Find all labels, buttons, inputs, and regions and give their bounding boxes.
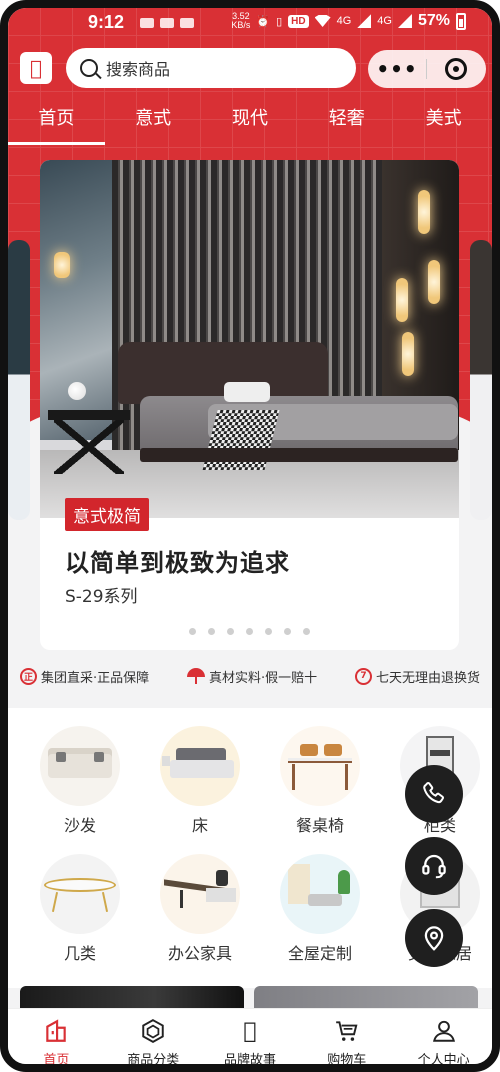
zheng-badge-icon: 正 [20,667,37,685]
category-dining[interactable]: 餐桌椅 [265,726,375,836]
signal-label-2: 4G [377,15,392,27]
signal-icon [397,14,412,28]
carousel-dot[interactable] [208,628,215,635]
phone-call-button[interactable] [405,765,463,823]
guarantee-authentic: 正 集团直采·正品保障 [20,667,149,686]
wifi-icon [314,15,331,27]
search-icon [80,59,98,77]
status-time: 9:12 [88,12,125,32]
nav-category[interactable]: 商品分类 [105,1009,202,1064]
phone-icon [423,782,444,804]
carousel-dot[interactable] [189,628,196,635]
search-bar[interactable]: 搜索商品 [66,48,356,88]
headset-icon [422,854,446,879]
umbrella-icon [186,668,205,684]
nav-home[interactable]: 首页 [8,1009,105,1064]
category-tea-table[interactable]: 几类 [25,854,135,964]
nav-cart[interactable]: 购物车 [298,1009,395,1064]
search-placeholder: 搜索商品 [106,60,171,79]
banner-subtitle: S-29系列 [65,587,138,607]
banner-bed-photo [40,160,459,518]
banner-title: 以简单到极致为追求 [65,549,290,577]
customer-service-button[interactable] [405,837,463,895]
home-icon [42,1017,70,1045]
notification-icon [180,18,194,28]
more-dots-icon[interactable]: ••• [368,57,426,81]
signal-icon [357,14,372,28]
guarantee-material: 真材实料·假一赔十 [186,667,317,686]
alarm-icon: ⏰ [256,15,271,28]
carousel-dot[interactable] [246,628,253,635]
carousel-next-card[interactable] [470,240,492,520]
cart-icon [333,1017,361,1045]
status-right: 3.52 KB/s ⏰ ▯ HD 4G 4G 57% [231,12,466,30]
brand-logo[interactable]: 𨱗 [20,52,52,84]
vibrate-icon: ▯ [276,15,283,28]
carousel-dot[interactable] [303,628,310,635]
category-custom[interactable]: 全屋定制 [265,854,375,964]
notification-icons [140,18,194,28]
tab-american[interactable]: 美式 [395,103,492,143]
carousel-dot[interactable] [265,628,272,635]
bottom-navigation: 首页 商品分类 𨱗 品牌故事 购物车 个人中心 [8,1008,492,1064]
net-speed: 3.52 KB/s [231,11,251,30]
hd-badge: HD [288,14,309,28]
store-location-button[interactable] [405,909,463,967]
tab-light-luxury[interactable]: 轻奢 [298,103,395,143]
coffee-table-image [40,854,120,934]
bed-image [160,726,240,806]
carousel-indicator [40,628,459,635]
brand-logo-icon: 𨱗 [243,1018,257,1044]
nav-brand-story[interactable]: 𨱗 品牌故事 [202,1009,299,1064]
battery-icon [456,12,466,30]
sofa-image [40,726,120,806]
location-icon [424,926,444,951]
dining-set-image [280,726,360,806]
category-icon [139,1017,167,1045]
office-desk-image [160,854,240,934]
banner-tag: 意式极简 [65,498,149,531]
seven-day-icon: 7 [354,667,372,685]
nav-profile[interactable]: 个人中心 [395,1009,492,1064]
category-sofa[interactable]: 沙发 [25,726,135,836]
notification-icon [140,18,154,28]
carousel-prev-card[interactable] [8,240,30,520]
tab-italian[interactable]: 意式 [105,103,202,143]
carousel-dot[interactable] [284,628,291,635]
notification-icon [160,18,174,28]
carousel-dot[interactable] [227,628,234,635]
banner-card[interactable]: 意式极简 以简单到极致为追求 S-29系列 [40,160,459,650]
battery-percent: 57% [417,12,450,29]
whole-house-image [280,854,360,934]
tab-modern[interactable]: 现代 [202,103,299,143]
tab-home[interactable]: 首页 [8,103,105,145]
user-icon [430,1017,458,1045]
mini-program-capsule: ••• [368,50,486,88]
category-bed[interactable]: 床 [145,726,255,836]
status-bar: 9:12 3.52 KB/s ⏰ ▯ HD 4G 4G 57% [8,8,492,44]
target-icon[interactable] [427,58,485,80]
style-tabs: 首页 意式 现代 轻奢 美式 [8,103,492,145]
phone-screen: 9:12 3.52 KB/s ⏰ ▯ HD 4G 4G 57% 𨱗 搜索商品 •… [0,0,500,1072]
signal-label-1: 4G [336,15,352,27]
category-office[interactable]: 办公家具 [145,854,255,964]
guarantee-return: 7 七天无理由退换货 [354,667,480,686]
service-guarantees: 正 集团直采·正品保障 真材实料·假一赔十 7 七天无理由退换货 [20,664,480,688]
